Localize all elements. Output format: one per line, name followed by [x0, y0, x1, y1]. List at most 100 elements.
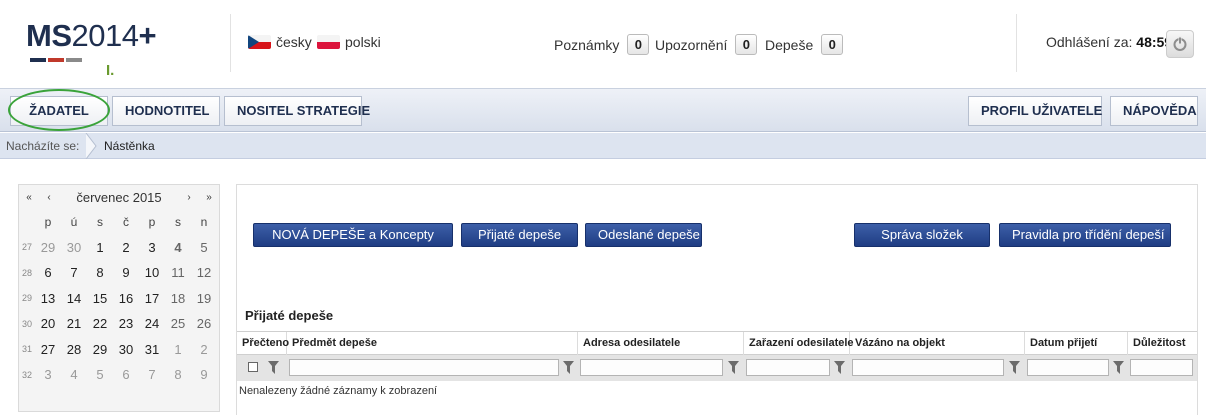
calendar-day[interactable]: 2: [113, 240, 139, 255]
calendar-grid: p ú s č p s n 27 29 30 1 2 3 4 5 28 6 7 8 9 10 11 12 29 13 14 15 16…: [19, 209, 219, 388]
linked-object-filter-input[interactable]: [852, 359, 1004, 376]
logout-button[interactable]: [1166, 30, 1194, 58]
messages-counter[interactable]: Depeše 0: [765, 34, 844, 55]
calendar-day[interactable]: 12: [191, 265, 217, 280]
calendar-day[interactable]: 17: [139, 291, 165, 306]
nav-zadatel[interactable]: ŽADATEL: [10, 96, 108, 126]
calendar-day[interactable]: 18: [165, 291, 191, 306]
filter-icon[interactable]: [1009, 361, 1020, 374]
calendar-day[interactable]: 2: [191, 342, 217, 357]
calendar-day[interactable]: 3: [139, 240, 165, 255]
alerts-counter[interactable]: Upozornění 0: [655, 34, 758, 55]
calendar-day[interactable]: 29: [87, 342, 113, 357]
col-importance[interactable]: Důležitost: [1128, 332, 1197, 355]
breadcrumb-item-nastenka[interactable]: Nástěnka: [104, 139, 155, 153]
calendar-week-row: 32 3 4 5 6 7 8 9: [19, 362, 219, 388]
col-received-date[interactable]: Datum přijetí: [1025, 332, 1128, 355]
nav-napoveda[interactable]: NÁPOVĚDA: [1110, 96, 1198, 126]
calendar-day[interactable]: 30: [61, 240, 87, 255]
calendar-day[interactable]: 23: [113, 316, 139, 331]
filter-icon[interactable]: [834, 361, 845, 374]
calendar-day[interactable]: 13: [35, 291, 61, 306]
calendar-day[interactable]: 4: [165, 240, 191, 255]
calendar-day[interactable]: 9: [113, 265, 139, 280]
week-number: 27: [21, 242, 32, 253]
col-sender-category[interactable]: Zařazení odesilatele: [744, 332, 854, 355]
week-number: 30: [21, 318, 32, 329]
messages-count: 0: [821, 34, 844, 55]
filter-icon[interactable]: [268, 361, 279, 374]
sent-messages-button[interactable]: Odeslané depeše: [585, 223, 702, 247]
col-linked-object[interactable]: Vázáno na objekt: [850, 332, 1025, 355]
prev-month-icon[interactable]: ‹: [39, 192, 59, 203]
subject-filter-input[interactable]: [289, 359, 559, 376]
calendar-day[interactable]: 21: [61, 316, 87, 331]
nav-nositel-strategie[interactable]: NOSITEL STRATEGIE: [224, 96, 370, 126]
col-read[interactable]: Přečteno: [237, 332, 289, 355]
language-polish-label: polski: [345, 34, 381, 50]
calendar-day[interactable]: 31: [139, 342, 165, 357]
calendar-day[interactable]: 25: [165, 316, 191, 331]
calendar-day[interactable]: 15: [87, 291, 113, 306]
calendar-day[interactable]: 22: [87, 316, 113, 331]
filter-icon[interactable]: [728, 361, 739, 374]
manage-folders-button[interactable]: Správa složek: [854, 223, 990, 247]
received-date-filter-input[interactable]: [1027, 359, 1109, 376]
calendar-day[interactable]: 20: [35, 316, 61, 331]
calendar-day[interactable]: 10: [139, 265, 165, 280]
calendar-day[interactable]: 6: [35, 265, 61, 280]
calendar-day[interactable]: 28: [61, 342, 87, 357]
calendar-week-row: 30 20 21 22 23 24 25 26: [19, 311, 219, 337]
calendar-day[interactable]: 24: [139, 316, 165, 331]
calendar-day[interactable]: 30: [113, 342, 139, 357]
next-year-icon[interactable]: »: [199, 192, 219, 203]
next-month-icon[interactable]: ›: [179, 192, 199, 203]
received-messages-button[interactable]: Přijaté depeše: [461, 223, 578, 247]
prev-year-icon[interactable]: «: [19, 192, 39, 203]
calendar-header: « ‹ červenec 2015 › »: [19, 185, 219, 209]
calendar-day[interactable]: 7: [61, 265, 87, 280]
sender-address-filter-input[interactable]: [580, 359, 723, 376]
ms2014-logo[interactable]: MS2014+ I.: [26, 18, 186, 79]
language-polish[interactable]: polski: [317, 34, 381, 50]
sender-category-filter-input[interactable]: [746, 359, 830, 376]
calendar-widget: « ‹ červenec 2015 › » p ú s č p s n 27 29 30 1 2 3 4 5…: [18, 184, 220, 412]
sorting-rules-button[interactable]: Pravidla pro třídění depeší: [999, 223, 1171, 247]
calendar-day[interactable]: 27: [35, 342, 61, 357]
calendar-day[interactable]: 1: [165, 342, 191, 357]
calendar-weekday: ú: [70, 214, 78, 229]
calendar-day[interactable]: 5: [87, 367, 113, 382]
calendar-day[interactable]: 19: [191, 291, 217, 306]
importance-filter-input[interactable]: [1130, 359, 1193, 376]
calendar-day[interactable]: 8: [165, 367, 191, 382]
new-message-button[interactable]: NOVÁ DEPEŠE a Koncepty: [253, 223, 453, 247]
calendar-day[interactable]: 8: [87, 265, 113, 280]
select-all-checkbox[interactable]: [248, 362, 258, 372]
divider: [1016, 14, 1017, 72]
calendar-day[interactable]: 29: [35, 240, 61, 255]
calendar-weekday-row: púsčpsn: [19, 209, 219, 235]
filter-icon[interactable]: [1113, 361, 1124, 374]
calendar-day[interactable]: 6: [113, 367, 139, 382]
calendar-day[interactable]: 26: [191, 316, 217, 331]
notes-counter[interactable]: Poznámky 0: [554, 34, 650, 55]
calendar-day[interactable]: 16: [113, 291, 139, 306]
calendar-day[interactable]: 9: [191, 367, 217, 382]
filter-icon[interactable]: [563, 361, 574, 374]
col-subject[interactable]: Předmět depeše: [287, 332, 578, 355]
calendar-day[interactable]: 3: [35, 367, 61, 382]
calendar-weekday: p: [148, 214, 156, 229]
calendar-day[interactable]: 4: [61, 367, 87, 382]
calendar-day[interactable]: 5: [191, 240, 217, 255]
calendar-day[interactable]: 7: [139, 367, 165, 382]
nav-profil-uzivatele[interactable]: PROFIL UŽIVATELE: [968, 96, 1102, 126]
calendar-day[interactable]: 1: [87, 240, 113, 255]
logo-color-bars: [30, 58, 82, 62]
col-sender-address[interactable]: Adresa odesilatele: [578, 332, 744, 355]
messages-label: Depeše: [765, 36, 814, 53]
header: MS2014+ I. česky polski Poznámky 0 Upozo…: [0, 0, 1206, 88]
calendar-day[interactable]: 14: [61, 291, 87, 306]
language-czech[interactable]: česky: [248, 34, 312, 50]
calendar-day[interactable]: 11: [165, 265, 191, 280]
nav-hodnotitel[interactable]: HODNOTITEL: [112, 96, 220, 126]
